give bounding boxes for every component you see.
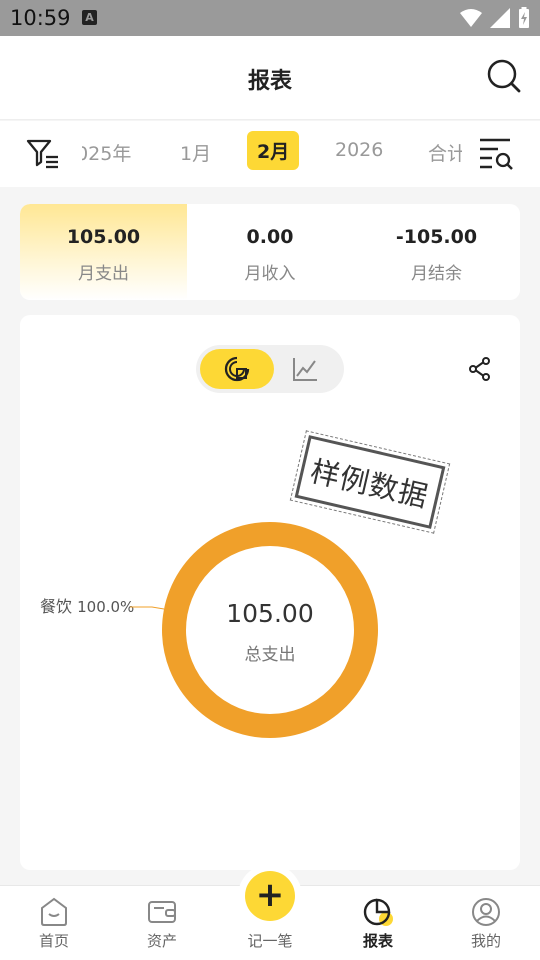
period-item-jan[interactable]: 1月 bbox=[180, 139, 211, 166]
battery-icon bbox=[519, 7, 529, 28]
period-strip: 2025年 1月 2月 2026 合计 bbox=[82, 121, 462, 187]
bottom-nav: 首页 资产 + 记一笔 报表 我的 bbox=[0, 864, 540, 960]
status-time: 10:59 bbox=[10, 6, 71, 30]
nav-label-assets: 资产 bbox=[146, 932, 177, 950]
line-chart-icon bbox=[293, 358, 317, 381]
balance-label: 月结余 bbox=[411, 264, 462, 284]
pie-chart-icon bbox=[224, 356, 250, 382]
nav-assets[interactable]: 资产 bbox=[122, 896, 202, 951]
donut-slice-0[interactable] bbox=[162, 522, 378, 738]
nav-home[interactable]: 首页 bbox=[14, 896, 94, 951]
period-item-year-2026[interactable]: 2026 bbox=[335, 139, 383, 161]
add-record-button[interactable]: + bbox=[245, 871, 295, 921]
period-item-feb[interactable]: 2月 bbox=[247, 131, 300, 170]
slice-label-category: 餐饮 bbox=[40, 597, 73, 616]
summary-income[interactable]: 0.00 月收入 bbox=[187, 204, 353, 300]
expense-value: 105.00 bbox=[66, 226, 141, 248]
period-item-year-2025[interactable]: 2025年 bbox=[82, 139, 131, 166]
income-value: 0.00 bbox=[246, 226, 294, 248]
nav-profile[interactable]: 我的 bbox=[446, 896, 526, 951]
page-title: 报表 bbox=[247, 69, 292, 94]
status-icons bbox=[460, 7, 530, 29]
donut-chart bbox=[162, 522, 378, 738]
period-item-total[interactable]: 合计 bbox=[428, 139, 462, 166]
slice-label-percent: 100.0% bbox=[77, 598, 135, 616]
nav-label-home: 首页 bbox=[38, 932, 69, 950]
signal-icon bbox=[490, 8, 510, 28]
slice-leader-line bbox=[130, 606, 165, 610]
app-header: 报表 bbox=[0, 36, 540, 120]
wallet-icon bbox=[148, 901, 176, 923]
profile-icon bbox=[472, 898, 500, 926]
chart-type-toggle bbox=[196, 345, 344, 393]
donut-center-label: 总支出 bbox=[244, 645, 296, 665]
line-chart-toggle[interactable] bbox=[268, 349, 342, 389]
share-icon[interactable] bbox=[468, 357, 492, 381]
search-icon[interactable] bbox=[486, 58, 522, 94]
plus-icon: + bbox=[255, 875, 285, 915]
period-selector: 2025年 1月 2月 2026 合计 bbox=[0, 121, 540, 187]
summary-expense[interactable]: 105.00 月支出 bbox=[20, 204, 187, 300]
nav-report[interactable]: 报表 bbox=[338, 896, 418, 951]
summary-card: 105.00 月支出 0.00 月收入 -105.00 月结余 bbox=[20, 204, 520, 300]
nav-label-add: 记一笔 bbox=[247, 932, 293, 950]
income-label: 月收入 bbox=[244, 264, 296, 284]
add-record-button-wrap: + bbox=[238, 864, 302, 928]
report-pie-icon bbox=[363, 898, 393, 926]
notification-icon: A bbox=[82, 10, 97, 25]
expense-label: 月支出 bbox=[78, 264, 129, 284]
nav-label-report: 报表 bbox=[362, 932, 393, 950]
wifi-icon bbox=[460, 9, 482, 27]
nav-label-profile: 我的 bbox=[470, 932, 501, 950]
sample-data-watermark: 样例数据 bbox=[290, 429, 450, 535]
filter-icon[interactable] bbox=[26, 138, 60, 170]
donut-center-value: 105.00 bbox=[226, 599, 314, 628]
slice-label-dining: 餐饮 100.0% bbox=[40, 593, 134, 617]
home-icon bbox=[41, 897, 67, 926]
balance-value: -105.00 bbox=[395, 226, 478, 248]
list-search-icon[interactable] bbox=[478, 137, 514, 171]
pie-chart-toggle[interactable] bbox=[200, 349, 274, 389]
status-bar: 10:59 A bbox=[0, 0, 540, 36]
summary-balance[interactable]: -105.00 月结余 bbox=[353, 204, 520, 300]
chart-card: 样例数据 105.00 总支出 餐饮 100.0% bbox=[20, 315, 520, 870]
